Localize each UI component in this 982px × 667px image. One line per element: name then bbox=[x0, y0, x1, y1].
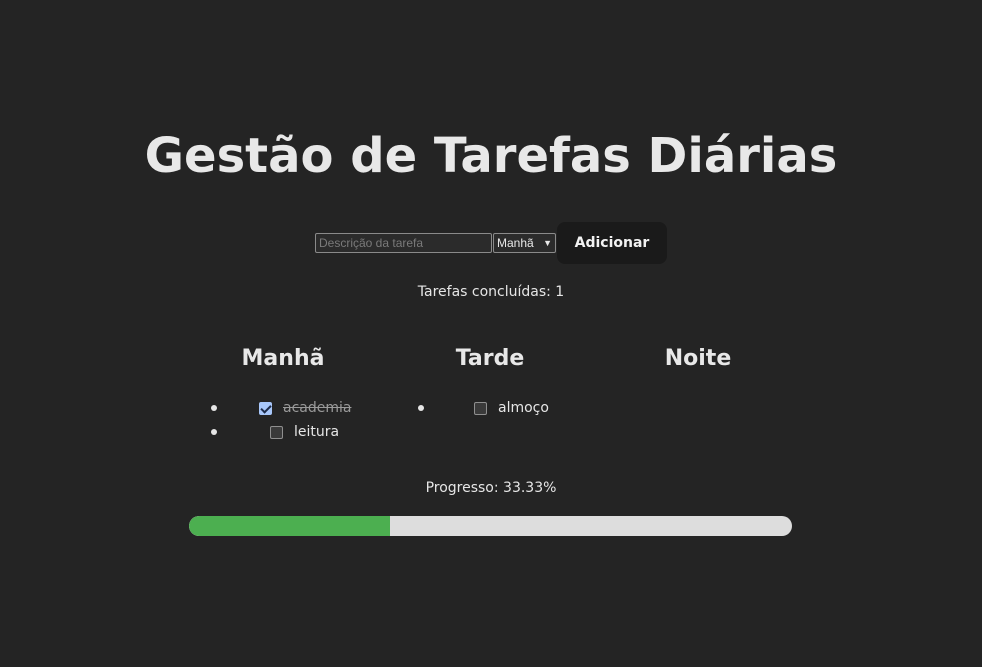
chevron-down-icon: ▼ bbox=[543, 238, 552, 248]
task-checkbox[interactable] bbox=[259, 402, 272, 415]
progress-text: Progresso: 33.33% bbox=[425, 480, 557, 496]
column-title-noite: Noite bbox=[664, 346, 732, 371]
app-page: Gestão de Tarefas Diárias Manhã ▼ Adicio… bbox=[0, 0, 982, 667]
bullet-icon bbox=[211, 429, 217, 435]
task-label: leitura bbox=[294, 424, 340, 440]
task-checkbox[interactable] bbox=[270, 426, 283, 439]
progress-bar-fill bbox=[189, 516, 390, 536]
task-checkbox[interactable] bbox=[474, 402, 487, 415]
task-label: almoço bbox=[498, 400, 549, 416]
completed-count: Tarefas concluídas: 1 bbox=[417, 284, 565, 300]
task-description-input[interactable] bbox=[315, 233, 492, 253]
bullet-icon bbox=[211, 405, 217, 411]
progress-bar bbox=[189, 516, 792, 536]
bullet-icon bbox=[418, 405, 424, 411]
add-task-button[interactable]: Adicionar bbox=[557, 222, 667, 264]
page-title: Gestão de Tarefas Diárias bbox=[144, 128, 838, 184]
task-label: academia bbox=[283, 400, 352, 416]
period-select-value: Manhã bbox=[497, 236, 534, 250]
add-task-form: Manhã ▼ Adicionar bbox=[0, 222, 982, 264]
column-title-manha: Manhã bbox=[241, 346, 325, 371]
column-title-tarde: Tarde bbox=[455, 346, 525, 371]
period-select[interactable]: Manhã ▼ bbox=[493, 233, 556, 253]
